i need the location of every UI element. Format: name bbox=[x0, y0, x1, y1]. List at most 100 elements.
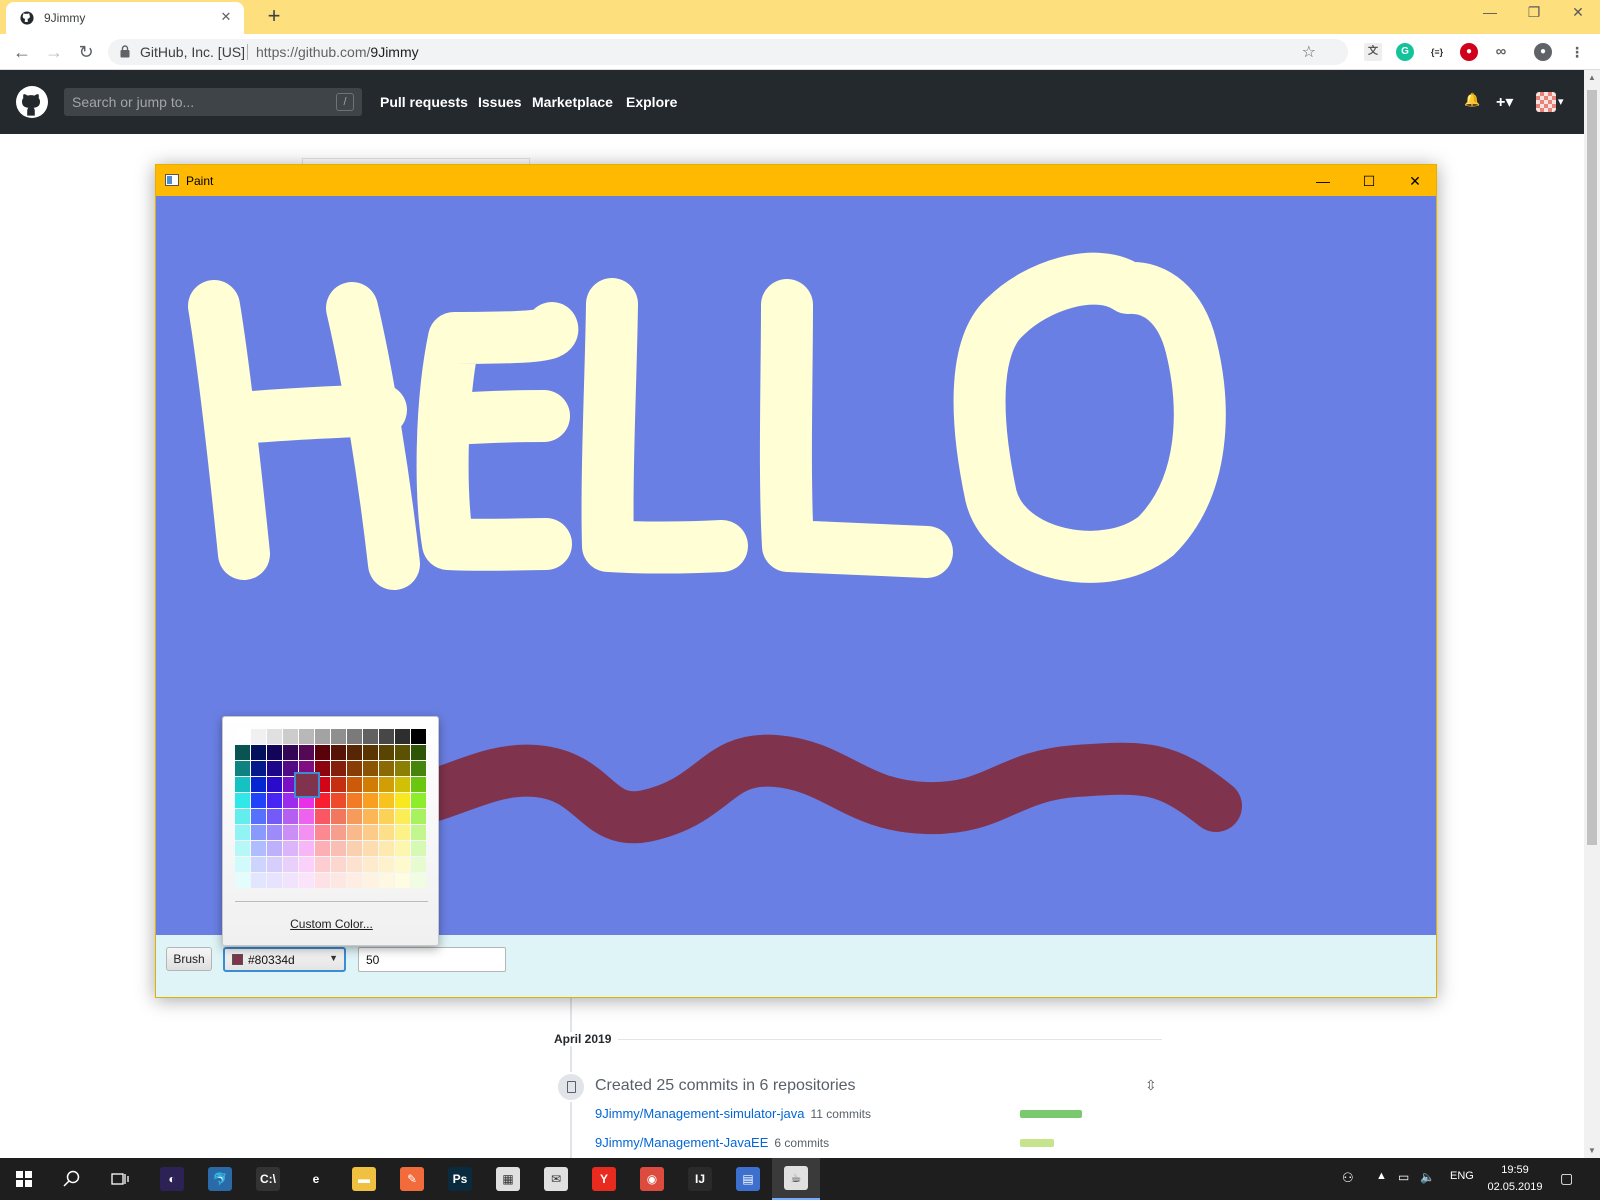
palette-swatch[interactable] bbox=[395, 825, 410, 840]
user-avatar[interactable] bbox=[1536, 92, 1556, 112]
palette-swatch[interactable] bbox=[315, 825, 330, 840]
palette-swatch[interactable] bbox=[251, 825, 266, 840]
window-minimize-button[interactable]: — bbox=[1470, 4, 1510, 24]
palette-swatch[interactable] bbox=[411, 809, 426, 824]
palette-swatch[interactable] bbox=[331, 841, 346, 856]
tray-chevron-icon[interactable]: ▲ bbox=[1376, 1170, 1387, 1182]
palette-swatch[interactable] bbox=[315, 857, 330, 872]
palette-swatch[interactable] bbox=[235, 809, 250, 824]
palette-swatch[interactable] bbox=[363, 777, 378, 792]
scroll-down-icon[interactable]: ▼ bbox=[1588, 1146, 1596, 1155]
window-close-button[interactable]: ✕ bbox=[1558, 4, 1598, 24]
palette-swatch[interactable] bbox=[395, 777, 410, 792]
volume-icon[interactable]: 🔈 bbox=[1420, 1170, 1435, 1184]
palette-swatch[interactable] bbox=[363, 857, 378, 872]
url-text[interactable]: https://github.com/9Jimmy bbox=[256, 44, 419, 60]
palette-swatch[interactable] bbox=[411, 825, 426, 840]
infinity-extension-icon[interactable]: ∞ bbox=[1492, 43, 1510, 61]
palette-swatch[interactable] bbox=[331, 793, 346, 808]
palette-swatch[interactable] bbox=[347, 745, 362, 760]
taskbar-app-store[interactable]: ▦ bbox=[484, 1158, 532, 1200]
nav-pull-requests[interactable]: Pull requests bbox=[380, 94, 468, 110]
palette-swatch[interactable] bbox=[235, 745, 250, 760]
custom-color-link[interactable]: Custom Color... bbox=[223, 917, 440, 931]
palette-swatch[interactable] bbox=[283, 841, 298, 856]
palette-swatch[interactable] bbox=[283, 857, 298, 872]
palette-swatch[interactable] bbox=[331, 729, 346, 744]
taskbar-app-postman[interactable]: ✎ bbox=[388, 1158, 436, 1200]
json-extension-icon[interactable]: {≡} bbox=[1428, 43, 1446, 61]
window-restore-button[interactable]: ❐ bbox=[1514, 4, 1554, 24]
palette-swatch[interactable] bbox=[379, 825, 394, 840]
commit-count[interactable]: 11 commits bbox=[811, 1107, 871, 1121]
palette-swatch[interactable] bbox=[411, 841, 426, 856]
palette-swatch[interactable] bbox=[299, 841, 314, 856]
palette-swatch[interactable] bbox=[363, 841, 378, 856]
commit-count[interactable]: 6 commits bbox=[774, 1136, 829, 1150]
palette-swatch[interactable] bbox=[363, 729, 378, 744]
palette-swatch[interactable] bbox=[411, 729, 426, 744]
repo-link[interactable]: 9Jimmy/Management-simulator-java bbox=[595, 1106, 805, 1121]
taskbar-app-chrome[interactable]: ◉ bbox=[628, 1158, 676, 1200]
github-logo-icon[interactable] bbox=[16, 86, 48, 118]
palette-swatch[interactable] bbox=[299, 729, 314, 744]
create-new-menu[interactable]: +▾ bbox=[1496, 92, 1513, 112]
taskbar-app-terminal[interactable]: C:\ bbox=[244, 1158, 292, 1200]
palette-swatch[interactable] bbox=[283, 873, 298, 888]
palette-swatch[interactable] bbox=[395, 793, 410, 808]
palette-swatch[interactable] bbox=[347, 825, 362, 840]
palette-swatch[interactable] bbox=[379, 857, 394, 872]
palette-swatch[interactable] bbox=[267, 777, 282, 792]
palette-swatch[interactable] bbox=[235, 729, 250, 744]
taskbar-app-intellij[interactable]: IJ bbox=[676, 1158, 724, 1200]
scroll-up-icon[interactable]: ▲ bbox=[1588, 73, 1596, 82]
palette-swatch[interactable] bbox=[411, 857, 426, 872]
palette-swatch[interactable] bbox=[347, 873, 362, 888]
palette-swatch[interactable] bbox=[395, 745, 410, 760]
palette-swatch[interactable] bbox=[251, 777, 266, 792]
palette-swatch[interactable] bbox=[331, 857, 346, 872]
nav-marketplace[interactable]: Marketplace bbox=[532, 94, 613, 110]
palette-swatch[interactable] bbox=[267, 745, 282, 760]
github-search-input[interactable]: Search or jump to... / bbox=[64, 88, 362, 116]
paint-maximize-button[interactable]: ☐ bbox=[1346, 170, 1392, 192]
palette-swatch[interactable] bbox=[363, 873, 378, 888]
palette-swatch[interactable] bbox=[283, 825, 298, 840]
palette-swatch-selected[interactable] bbox=[294, 772, 320, 798]
palette-swatch[interactable] bbox=[347, 793, 362, 808]
palette-swatch[interactable] bbox=[267, 873, 282, 888]
palette-swatch[interactable] bbox=[363, 793, 378, 808]
browser-tab[interactable]: 9Jimmy ✕ bbox=[6, 2, 244, 34]
palette-swatch[interactable] bbox=[347, 729, 362, 744]
taskbar-app-mysql-workbench[interactable]: 🐬 bbox=[196, 1158, 244, 1200]
combo-arrow-icon[interactable]: ▼ bbox=[329, 953, 338, 963]
palette-swatch[interactable] bbox=[379, 841, 394, 856]
search-button[interactable] bbox=[48, 1158, 96, 1200]
palette-swatch[interactable] bbox=[315, 745, 330, 760]
paint-titlebar[interactable]: Paint — ☐ ✕ bbox=[156, 165, 1436, 196]
palette-swatch[interactable] bbox=[379, 793, 394, 808]
palette-swatch[interactable] bbox=[299, 809, 314, 824]
nav-explore[interactable]: Explore bbox=[626, 94, 677, 110]
palette-swatch[interactable] bbox=[283, 729, 298, 744]
palette-swatch[interactable] bbox=[235, 777, 250, 792]
page-scrollbar[interactable]: ▲ ▼ bbox=[1584, 70, 1600, 1158]
palette-swatch[interactable] bbox=[379, 761, 394, 776]
network-icon[interactable]: ▭ bbox=[1398, 1170, 1409, 1184]
palette-swatch[interactable] bbox=[315, 873, 330, 888]
palette-swatch[interactable] bbox=[347, 841, 362, 856]
palette-swatch[interactable] bbox=[315, 809, 330, 824]
palette-swatch[interactable] bbox=[251, 745, 266, 760]
palette-swatch[interactable] bbox=[411, 793, 426, 808]
site-identity[interactable]: GitHub, Inc. [US] bbox=[140, 44, 245, 60]
people-icon[interactable]: ⚇ bbox=[1342, 1170, 1354, 1186]
palette-swatch[interactable] bbox=[363, 809, 378, 824]
taskbar-app-java[interactable]: ☕ bbox=[772, 1158, 820, 1200]
address-bar[interactable]: GitHub, Inc. [US] https://github.com/9Ji… bbox=[108, 39, 1348, 65]
palette-swatch[interactable] bbox=[363, 825, 378, 840]
palette-swatch[interactable] bbox=[347, 809, 362, 824]
palette-swatch[interactable] bbox=[379, 745, 394, 760]
palette-swatch[interactable] bbox=[267, 857, 282, 872]
palette-swatch[interactable] bbox=[267, 825, 282, 840]
palette-swatch[interactable] bbox=[347, 761, 362, 776]
